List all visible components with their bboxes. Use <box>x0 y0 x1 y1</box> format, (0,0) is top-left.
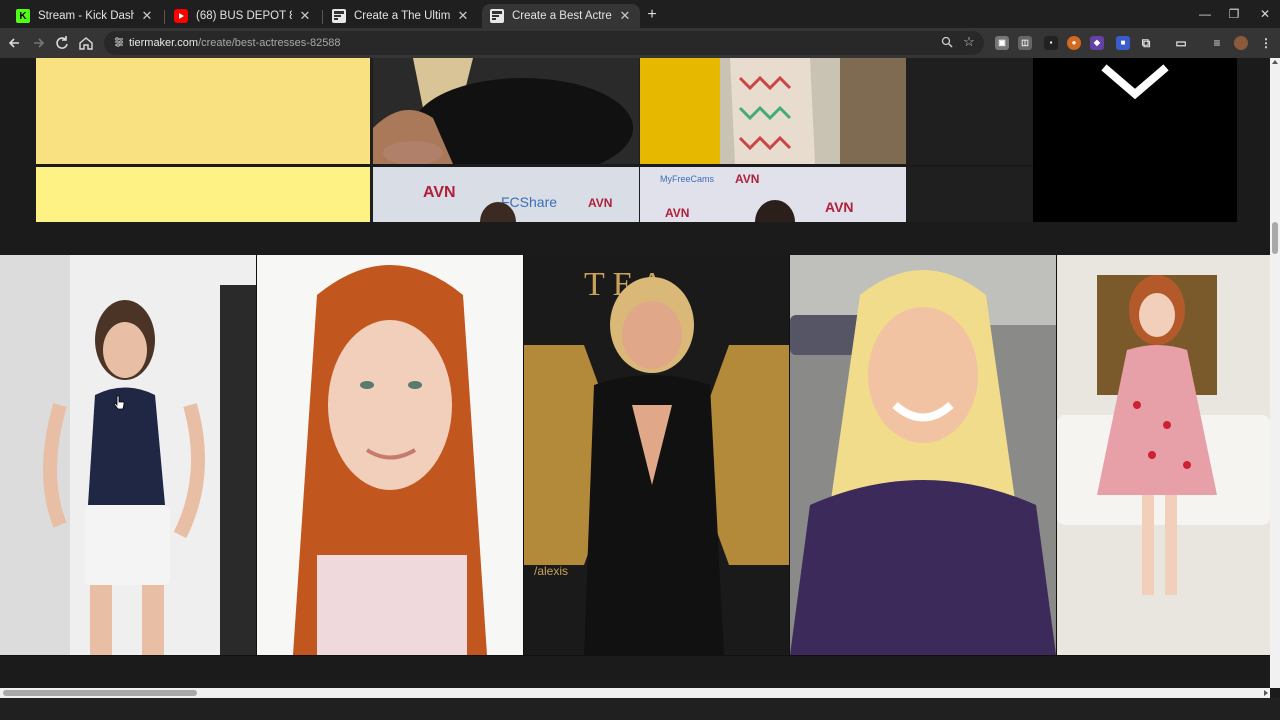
image-pool: T E A/alexis <box>0 255 1270 656</box>
tab-kick-dashboard[interactable]: K Stream - Kick Dashboard ✕ <box>8 4 162 28</box>
arrow-left-icon[interactable] <box>6 34 24 52</box>
horizontal-scrollbar[interactable] <box>0 688 1270 698</box>
close-tab-icon[interactable]: ✕ <box>298 9 312 23</box>
tier-settings-panel <box>1033 58 1237 222</box>
close-tab-icon[interactable]: ✕ <box>140 9 154 23</box>
close-window-icon[interactable]: ✕ <box>1250 5 1280 23</box>
tab-youtube[interactable]: (68) BUS DEPOT 8 PLAYERS | ZO ✕ <box>166 4 320 28</box>
chevron-down-icon[interactable] <box>1099 62 1171 102</box>
pool-image-card[interactable] <box>0 255 256 655</box>
tab-ultimate-adult[interactable]: Create a The Ultimate Adult Ca ✕ <box>324 4 478 28</box>
extensions-puzzle-icon[interactable]: ⧉ <box>1139 36 1153 50</box>
tier-row <box>36 58 1033 164</box>
tiermaker-page: AVN FCShare AVN MyFreeCams AVN AVN AVN T E A /… <box>0 58 1270 688</box>
tab-title: (68) BUS DEPOT 8 PLAYERS | ZO <box>196 10 292 22</box>
pool-image-card[interactable] <box>1057 255 1270 655</box>
close-tab-icon[interactable]: ✕ <box>456 9 470 23</box>
pool-image-card[interactable] <box>790 255 1056 655</box>
tab-best-actresses[interactable]: Create a Best Actresses Tier List ✕ <box>482 4 640 28</box>
close-tab-icon[interactable]: ✕ <box>618 9 632 23</box>
scroll-up-icon[interactable] <box>1272 60 1278 64</box>
media-controls-icon[interactable]: ≡ <box>1210 36 1224 50</box>
new-tab-button[interactable]: + <box>643 6 661 24</box>
tier-item-image[interactable]: AVN FCShare AVN <box>373 167 639 222</box>
tier-label[interactable] <box>36 167 370 222</box>
address-bar[interactable]: tiermaker.com/create/best-actresses-8258… <box>104 31 984 55</box>
kick-icon: K <box>16 9 30 23</box>
svg-text:AVN: AVN <box>423 184 456 201</box>
url-text[interactable]: tiermaker.com/create/best-actresses-8258… <box>129 31 341 55</box>
tier-item-image[interactable] <box>373 58 639 164</box>
tiermaker-icon <box>332 9 346 23</box>
svg-text:AVN: AVN <box>735 172 759 186</box>
tab-separator <box>322 10 323 24</box>
scroll-right-icon[interactable] <box>1264 690 1268 696</box>
url-host: tiermaker.com <box>129 37 199 49</box>
extension-icon[interactable]: ▪ <box>1044 36 1058 50</box>
tab-strip: K Stream - Kick Dashboard ✕ (68) BUS DEP… <box>0 0 1280 28</box>
scrollbar-thumb[interactable] <box>1272 222 1278 254</box>
extension-icon[interactable]: ■ <box>1116 36 1130 50</box>
kebab-menu-icon[interactable]: ⋮ <box>1259 36 1273 50</box>
home-icon[interactable] <box>77 34 95 52</box>
extension-icon[interactable]: ◫ <box>1018 36 1032 50</box>
tier-item-image[interactable] <box>640 58 906 164</box>
twitch-icon[interactable]: ◆ <box>1090 36 1104 50</box>
svg-text:MyFreeCams: MyFreeCams <box>660 174 715 184</box>
pool-image-card[interactable] <box>257 255 523 655</box>
tab-title: Stream - Kick Dashboard <box>38 10 134 22</box>
youtube-icon <box>174 9 188 23</box>
tier-row: AVN FCShare AVN MyFreeCams AVN AVN AVN <box>36 167 1033 222</box>
extension-icon[interactable]: ● <box>1067 36 1081 50</box>
svg-text:/alexis: /alexis <box>534 564 568 578</box>
svg-text:AVN: AVN <box>665 206 689 220</box>
tier-item-image[interactable]: MyFreeCams AVN AVN AVN <box>640 167 906 222</box>
svg-text:AVN: AVN <box>825 199 854 215</box>
pool-image-card[interactable]: T E A/alexis <box>524 255 789 655</box>
site-info-icon[interactable] <box>112 36 126 50</box>
tiermaker-icon <box>490 9 504 23</box>
tier-label[interactable] <box>36 58 370 164</box>
svg-text:AVN: AVN <box>588 196 612 210</box>
scrollbar-thumb[interactable] <box>3 690 197 696</box>
vertical-scrollbar[interactable] <box>1270 58 1280 688</box>
avatar[interactable] <box>1234 36 1248 50</box>
hand-cursor-icon <box>113 395 125 410</box>
window-bottom-edge <box>0 698 1280 720</box>
restore-icon[interactable]: ❐ <box>1219 5 1249 23</box>
tab-title: Create a The Ultimate Adult Ca <box>354 10 450 22</box>
browser-toolbar: tiermaker.com/create/best-actresses-8258… <box>0 28 1280 58</box>
minimize-icon[interactable]: — <box>1190 5 1220 23</box>
extension-icon[interactable]: ▣ <box>995 36 1009 50</box>
bookmark-star-icon[interactable]: ☆ <box>962 35 976 49</box>
reload-icon[interactable] <box>53 34 71 52</box>
tab-title: Create a Best Actresses Tier List <box>512 10 612 22</box>
arrow-right-icon[interactable] <box>29 34 47 52</box>
url-path: /create/best-actresses-82588 <box>198 37 341 49</box>
tab-separator <box>164 10 165 24</box>
side-panel-icon[interactable]: ▭ <box>1174 36 1188 50</box>
zoom-icon[interactable] <box>940 36 954 50</box>
